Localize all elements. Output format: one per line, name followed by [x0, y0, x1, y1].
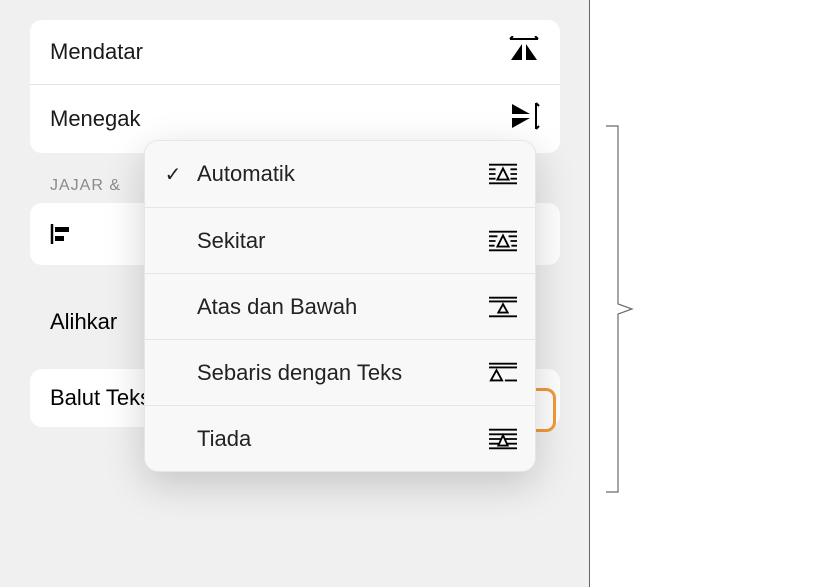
popup-item-sekitar[interactable]: Sekitar: [145, 207, 535, 273]
popup-item-atas-bawah[interactable]: Atas dan Bawah: [145, 273, 535, 339]
checkmark-icon: ✓: [159, 162, 187, 187]
flip-horizontal-label: Mendatar: [50, 39, 143, 65]
popup-item-label: Tiada: [197, 426, 479, 452]
popup-item-sebaris[interactable]: Sebaris dengan Teks: [145, 339, 535, 405]
wrap-around-icon: [489, 229, 517, 253]
wrap-auto-icon: [489, 162, 517, 186]
flip-horizontal-row[interactable]: Mendatar: [30, 20, 560, 84]
flip-horizontal-icon: [508, 36, 540, 68]
flip-vertical-label: Menegak: [50, 106, 141, 132]
popup-item-label: Automatik: [197, 161, 479, 187]
wrap-text-label: Balut Teks: [50, 385, 151, 411]
callout-bracket: [606, 124, 636, 494]
wrap-topbottom-icon: [489, 295, 517, 319]
popup-item-label: Atas dan Bawah: [197, 294, 479, 320]
flip-panel: Mendatar Menegak: [30, 20, 560, 153]
popup-item-tiada[interactable]: Tiada: [145, 405, 535, 471]
vertical-separator: [589, 0, 590, 587]
move-with-text-label: Alihkar: [50, 309, 117, 335]
flip-vertical-icon: [510, 101, 540, 137]
wrap-inline-icon: [489, 361, 517, 385]
popup-item-label: Sekitar: [197, 228, 479, 254]
wrap-none-icon: [489, 427, 517, 451]
popup-item-label: Sebaris dengan Teks: [197, 360, 479, 386]
popup-item-automatik[interactable]: ✓ Automatik: [145, 141, 535, 207]
wrap-text-popup: ✓ Automatik Sekitar: [144, 140, 536, 472]
align-left-icon[interactable]: [50, 222, 74, 246]
